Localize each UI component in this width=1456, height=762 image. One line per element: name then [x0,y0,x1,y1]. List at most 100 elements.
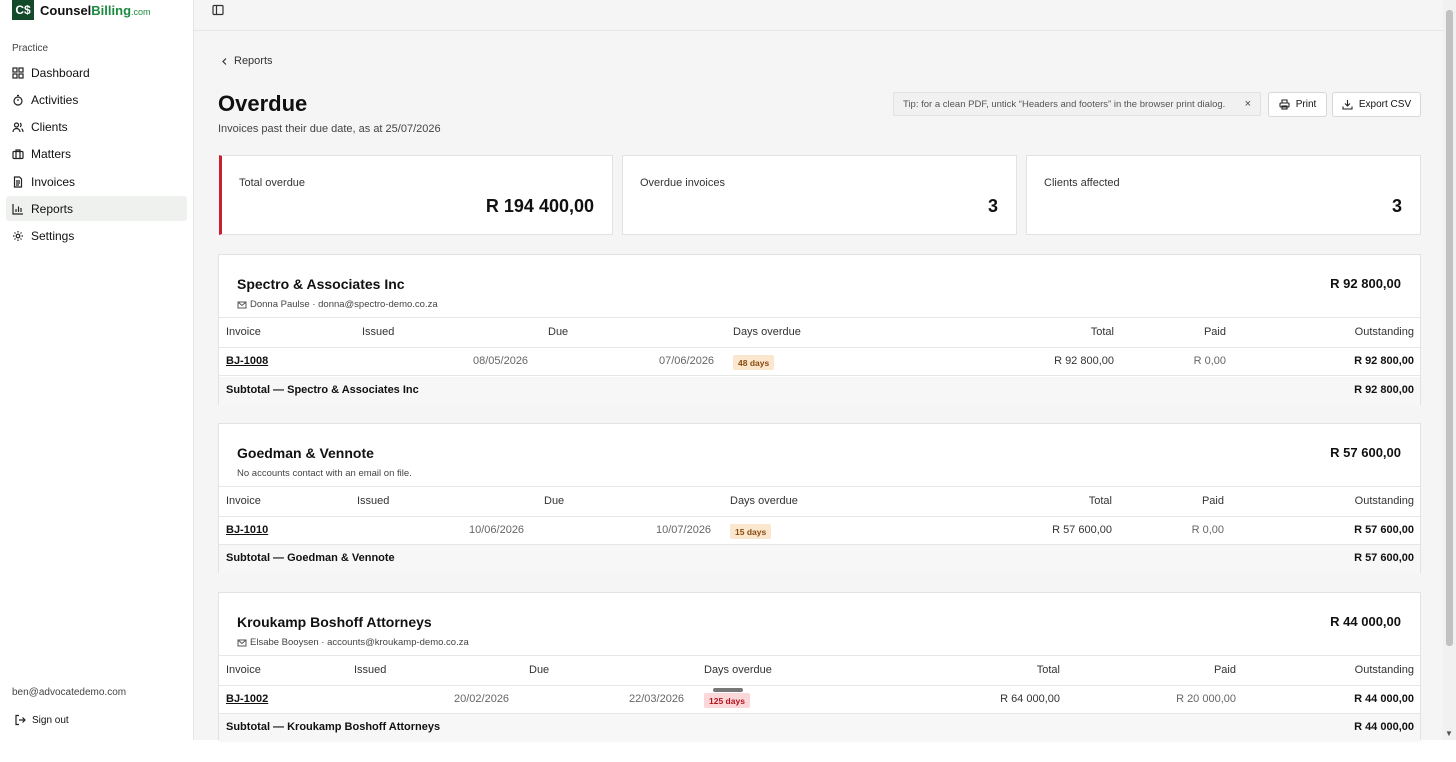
col-days-overdue: Days overdue [704,664,772,676]
stat-label: Clients affected [1044,177,1120,189]
chevron-left-icon [222,57,227,65]
sidebar-item-activities[interactable]: Activities [6,87,187,112]
due-date: 10/07/2026 [656,524,712,536]
stat-value: 3 [987,196,998,216]
sign-out-button[interactable]: Sign out [14,714,69,726]
subtotal-label: Subtotal — Goedman & Vennote [226,552,395,564]
client-total: R 92 800,00 [1330,276,1401,291]
stat-overdue-invoices: Overdue invoices 3 [622,155,1017,235]
sidebar-item-label: Clients [31,120,68,135]
invoice-link[interactable]: BJ-1008 [226,355,268,367]
mail-icon [237,639,247,646]
col-issued: Issued [357,495,390,507]
invoice-outstanding: R 57 600,00 [1354,524,1414,536]
issued-date: 20/02/2026 [454,693,510,705]
document-icon [13,176,23,188]
due-date: 22/03/2026 [629,693,685,705]
scrollbar-thumb[interactable] [1446,10,1453,646]
table-row: BJ-1010 10/06/2026 10/07/2026 15 days R … [219,517,1420,545]
issued-date: 10/06/2026 [469,524,525,536]
download-icon [1342,100,1353,110]
col-due: Due [544,495,565,507]
col-issued: Issued [362,326,395,338]
col-total: Total [1088,495,1112,507]
back-to-reports-link[interactable]: Reports [220,55,273,67]
col-outstanding: Outstanding [1354,495,1414,507]
invoice-total: R 57 600,00 [1052,524,1112,536]
invoice-link[interactable]: BJ-1010 [226,524,268,536]
brand-logo[interactable]: C$ CounselBilling.com [12,0,151,20]
contact-text: Elsabe Booysen · accounts@kroukamp-demo.… [250,637,469,648]
bar-chart-icon [12,203,23,215]
sidebar-item-reports[interactable]: Reports [6,196,187,222]
col-issued: Issued [354,664,387,676]
client-card: Goedman & Vennote R 57 600,00 No account… [218,423,1421,573]
invoice-paid: R 20 000,00 [1176,693,1236,705]
bottom-strip [0,740,1456,762]
logout-icon [15,714,26,726]
print-button[interactable]: Print [1268,92,1327,117]
sidebar-item-label: Reports [31,201,74,216]
brand-name: CounselBilling.com [40,2,151,18]
client-name: Goedman & Vennote [237,445,374,461]
users-icon [12,122,24,133]
invoice-total: R 64 000,00 [1000,693,1060,705]
sidebar-item-matters[interactable]: Matters [6,142,187,167]
page-title: Overdue [218,91,308,116]
col-paid: Paid [1213,664,1236,676]
scrollbar[interactable]: ▼ [1443,0,1456,740]
sidebar-toggle-icon[interactable] [211,3,225,17]
client-total: R 57 600,00 [1330,445,1401,460]
col-outstanding: Outstanding [1354,664,1414,676]
table-row: BJ-1002 20/02/2026 22/03/2026 125 days R… [219,686,1420,714]
client-card: Kroukamp Boshoff Attorneys R 44 000,00 E… [218,592,1421,742]
subtotal-row: Subtotal — Goedman & Vennote R 57 600,00 [219,545,1420,573]
col-invoice: Invoice [226,495,261,507]
sidebar-item-label: Matters [31,147,72,162]
printer-icon [1279,99,1290,110]
table-header: Invoice Issued Due Days overdue Total Pa… [219,655,1420,686]
table-row: BJ-1008 08/05/2026 07/06/2026 48 days R … [219,348,1420,376]
close-icon[interactable]: × [1245,98,1251,110]
days-overdue-badge: 125 days [704,693,750,708]
col-paid: Paid [1201,495,1224,507]
export-csv-button[interactable]: Export CSV [1332,92,1421,117]
print-tip-text: Tip: for a clean PDF, untick “Headers an… [903,98,1226,110]
section-label-practice: Practice [12,43,49,54]
col-days-overdue: Days overdue [730,495,798,507]
back-link-label: Reports [234,55,273,67]
page-subtitle: Invoices past their due date, as at 25/0… [218,123,441,135]
invoice-paid: R 0,00 [1193,355,1226,367]
subtotal-label: Subtotal — Kroukamp Boshoff Attorneys [226,721,441,733]
col-total: Total [1036,664,1060,676]
subtotal-value: R 57 600,00 [1354,552,1414,564]
print-label: Print [1295,99,1317,110]
export-label: Export CSV [1358,99,1412,110]
contact-text: Donna Paulse · donna@spectro-demo.co.za [250,299,438,310]
invoice-outstanding: R 44 000,00 [1354,693,1414,705]
stat-value: 3 [1391,196,1402,216]
sidebar-item-dashboard[interactable]: Dashboard [6,60,187,85]
sidebar-item-clients[interactable]: Clients [6,115,187,140]
due-date: 07/06/2026 [659,355,715,367]
invoice-link[interactable]: BJ-1002 [226,693,268,705]
client-card: Spectro & Associates Inc R 92 800,00 Don… [218,254,1421,405]
contact-text: No accounts contact with an email on fil… [237,468,412,479]
col-outstanding: Outstanding [1354,326,1414,338]
scroll-down-arrow-icon[interactable]: ▼ [1445,729,1453,738]
print-tip-banner: Tip: for a clean PDF, untick “Headers an… [893,92,1261,116]
subtotal-value: R 92 800,00 [1354,384,1414,396]
gear-icon [13,231,23,242]
sidebar-item-invoices[interactable]: Invoices [6,169,187,194]
sidebar-item-settings[interactable]: Settings [6,224,187,249]
table-header: Invoice Issued Due Days overdue Total Pa… [219,486,1420,517]
col-paid: Paid [1203,326,1226,338]
sidebar-item-label: Activities [31,92,79,107]
sidebar: C$ CounselBilling.com Practice Dashboard… [0,0,194,740]
days-overdue-badge: 15 days [730,524,772,539]
stat-label: Overdue invoices [640,177,725,189]
tooltip-handle [713,688,743,692]
sidebar-item-label: Settings [31,229,75,244]
client-contact: Donna Paulse · donna@spectro-demo.co.za [237,299,438,310]
stat-label: Total overdue [239,177,306,189]
